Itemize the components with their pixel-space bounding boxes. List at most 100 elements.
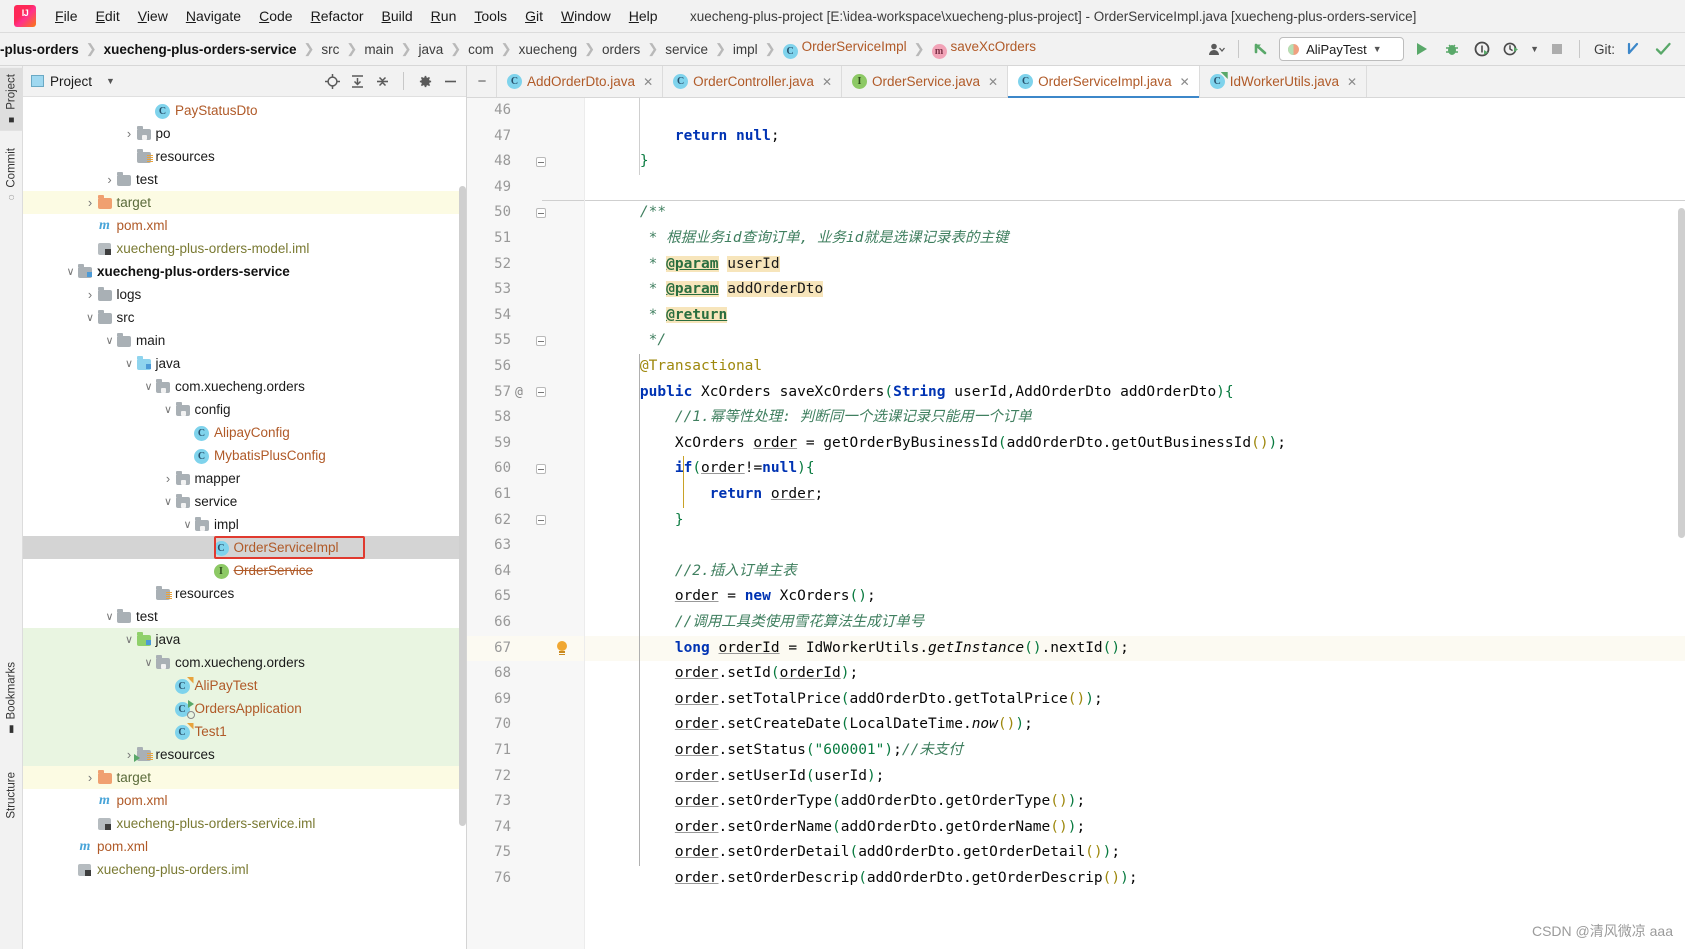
chevron-down-icon[interactable]: ∨ [103, 610, 116, 623]
code-line[interactable]: order.setCreateDate(LocalDateTime.now())… [605, 712, 1033, 738]
close-icon[interactable]: ✕ [1347, 75, 1357, 89]
code-line[interactable]: //2.插入订单主表 [605, 559, 797, 585]
code-line[interactable]: order.setUserId(userId); [605, 764, 885, 790]
tree-row[interactable]: › target [23, 766, 466, 789]
code-line[interactable]: order.setId(orderId); [605, 661, 858, 687]
menu-git[interactable]: Git [516, 0, 552, 33]
chevron-right-icon[interactable]: › [103, 172, 116, 187]
tree-row[interactable]: C OrdersApplication [23, 697, 466, 720]
menu-window[interactable]: Window [552, 0, 620, 33]
tree-row[interactable]: xuecheng-plus-orders-service.iml [23, 812, 466, 835]
user-account-icon[interactable] [1204, 38, 1228, 60]
code-line[interactable]: if(order!=null){ [605, 456, 815, 482]
run-configuration-selector[interactable]: AliPayTest ▼ [1279, 37, 1405, 61]
chevron-down-icon[interactable]: ∨ [84, 311, 97, 324]
chevron-down-icon[interactable]: ∨ [103, 334, 116, 347]
chevron-down-icon[interactable]: ∨ [162, 403, 175, 416]
tree-row[interactable]: C OrderServiceImpl [23, 536, 466, 559]
tree-row[interactable]: C PayStatusDto [23, 99, 466, 122]
breadcrumb-item-6[interactable]: xuecheng [519, 42, 578, 57]
code-fold-icon[interactable] [535, 335, 546, 346]
tree-row[interactable]: › test [23, 168, 466, 191]
code-fold-icon[interactable] [535, 387, 546, 398]
tool-tab-bookmarks[interactable]: ▮ Bookmarks [0, 656, 23, 741]
code-fold-icon[interactable] [535, 156, 546, 167]
tree-row[interactable]: ∨ com.xuecheng.orders [23, 375, 466, 398]
profiler-button[interactable] [1500, 38, 1524, 60]
breadcrumb-item-4[interactable]: java [418, 42, 443, 57]
code-line[interactable]: } [605, 508, 684, 534]
editor-tab[interactable]: I OrderService.java ✕ [841, 66, 1009, 97]
chevron-right-icon[interactable]: › [84, 195, 97, 210]
code-line[interactable]: * @param userId [605, 252, 780, 278]
git-commit-check-icon[interactable] [1651, 38, 1675, 60]
code-line[interactable]: * @return [605, 303, 728, 329]
code-line[interactable]: order.setTotalPrice(addOrderDto.getTotal… [605, 687, 1103, 713]
editor-scrollbar[interactable] [1678, 208, 1685, 538]
project-view-chevron-icon[interactable]: ▼ [106, 76, 115, 86]
chevron-down-icon[interactable]: ∨ [142, 656, 155, 669]
menu-edit[interactable]: Edit [87, 0, 129, 33]
tree-row[interactable]: C MybatisPlusConfig [23, 444, 466, 467]
code-content[interactable]: return null; } /** * 根据业务id查询订单, 业务id就是选… [585, 98, 1685, 949]
tree-row[interactable]: resources [23, 145, 466, 168]
code-line[interactable]: order.setOrderDetail(addOrderDto.getOrde… [605, 840, 1120, 866]
menu-file[interactable]: File [46, 0, 87, 33]
breadcrumb-item-9[interactable]: impl [733, 42, 758, 57]
code-line[interactable]: XcOrders order = getOrderByBusinessId(ad… [605, 431, 1286, 457]
tree-row[interactable]: ∨ java [23, 352, 466, 375]
editor-tab[interactable]: C IdWorkerUtils.java ✕ [1198, 66, 1368, 97]
code-fold-icon[interactable] [535, 515, 546, 526]
code-line[interactable]: //调用工具类使用雪花算法生成订单号 [605, 610, 924, 636]
breadcrumb-item-0[interactable]: -plus-orders [0, 42, 79, 57]
menu-run[interactable]: Run [422, 0, 466, 33]
breadcrumb-item-method[interactable]: m saveXcOrders [931, 39, 1036, 59]
close-icon[interactable]: ✕ [643, 75, 653, 89]
override-marker-icon[interactable]: @ [515, 380, 523, 406]
tree-row[interactable]: ∨ test [23, 605, 466, 628]
breadcrumb-item-2[interactable]: src [321, 42, 339, 57]
tree-row[interactable]: › target [23, 191, 466, 214]
tree-row[interactable]: › resources [23, 743, 466, 766]
debug-button[interactable] [1440, 38, 1464, 60]
update-project-icon[interactable] [1249, 38, 1273, 60]
expand-all-icon[interactable] [349, 73, 365, 89]
code-line[interactable]: order = new XcOrders(); [605, 584, 876, 610]
tree-row[interactable]: resources [23, 582, 466, 605]
menu-code[interactable]: Code [250, 0, 301, 33]
menu-view[interactable]: View [129, 0, 177, 33]
code-line[interactable]: @Transactional [605, 354, 762, 380]
close-icon[interactable]: ✕ [822, 75, 832, 89]
tree-row[interactable]: › logs [23, 283, 466, 306]
tool-tab-structure[interactable]: Structure [0, 766, 23, 825]
hide-tabs-icon[interactable]: − [467, 66, 497, 97]
code-line[interactable]: return null; [605, 124, 780, 150]
profiler-chevron-icon[interactable]: ▼ [1530, 44, 1539, 54]
code-line[interactable]: order.setOrderDescrip(addOrderDto.getOrd… [605, 866, 1138, 892]
code-editor[interactable]: 46 47 48 49 50 51 52 53 54 55 56 57 @58 59 60 61 62 63 64 6… [467, 98, 1685, 949]
breadcrumb-item-5[interactable]: com [468, 42, 494, 57]
chevron-right-icon[interactable]: › [84, 287, 97, 302]
chevron-right-icon[interactable]: › [84, 770, 97, 785]
menu-refactor[interactable]: Refactor [302, 0, 373, 33]
chevron-down-icon[interactable]: ∨ [123, 357, 136, 370]
chevron-right-icon[interactable]: › [162, 471, 175, 486]
code-line[interactable]: */ [605, 328, 666, 354]
breadcrumb-item-class[interactable]: C OrderServiceImpl [782, 39, 907, 59]
tree-row[interactable]: C AliPayTest [23, 674, 466, 697]
project-tree-scrollbar[interactable] [459, 186, 466, 826]
chevron-down-icon[interactable]: ∨ [142, 380, 155, 393]
tree-row[interactable]: m pom.xml [23, 214, 466, 237]
tree-row[interactable]: C Test1 [23, 720, 466, 743]
editor-tab[interactable]: C AddOrderDto.java ✕ [496, 66, 664, 97]
tree-row[interactable]: ∨ main [23, 329, 466, 352]
gear-icon[interactable] [417, 73, 433, 89]
run-with-coverage-button[interactable] [1470, 38, 1494, 60]
locate-file-icon[interactable] [324, 73, 340, 89]
git-update-icon[interactable] [1621, 38, 1645, 60]
tree-row[interactable]: ∨ com.xuecheng.orders [23, 651, 466, 674]
chevron-down-icon[interactable]: ∨ [123, 633, 136, 646]
breadcrumb-item-8[interactable]: service [665, 42, 708, 57]
code-line[interactable]: long orderId = IdWorkerUtils.getInstance… [605, 636, 1129, 662]
code-line[interactable]: * 根据业务id查询订单, 业务id就是选课记录表的主键 [605, 226, 1009, 252]
